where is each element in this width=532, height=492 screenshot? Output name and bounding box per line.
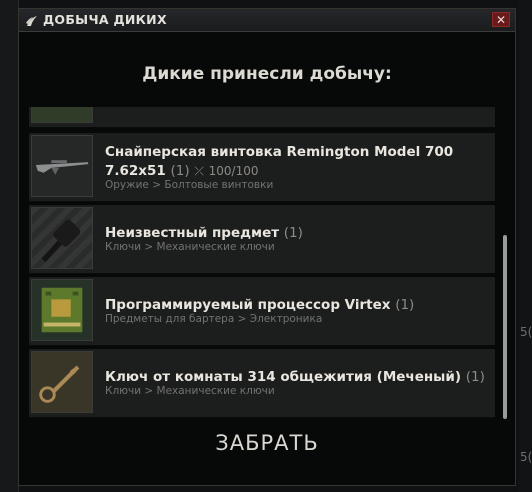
loot-list[interactable]: Снайперская винтовка Remington Model 700… [29, 107, 499, 419]
item-durability: 100/100 [208, 164, 259, 178]
durability-icon: ⤫ [194, 164, 204, 178]
list-item[interactable]: Снайперская винтовка Remington Model 700… [29, 133, 495, 202]
list-item[interactable]: Программируемый процессор Virtex (1) Пре… [29, 277, 495, 346]
list-scrollbar[interactable] [503, 235, 507, 419]
item-category: Ключи > Механические ключи [105, 385, 275, 397]
window-title: ДОБЫЧА ДИКИХ [43, 12, 167, 27]
item-name-text: Ключ от комнаты 314 общежития (Меченый) [105, 369, 462, 385]
item-count: (1) [395, 297, 415, 313]
item-count: (1) [465, 369, 485, 385]
rifle-icon [31, 135, 93, 197]
background-fragment-text: 5( [520, 325, 532, 339]
key-icon [31, 351, 93, 413]
item-name-text: Неизвестный предмет [105, 225, 280, 241]
background-right-panel: 5( 5( [518, 0, 532, 492]
item-name: Снайперская винтовка Remington Model 700… [105, 143, 487, 181]
item-thumbnail [31, 107, 93, 123]
item-count: (1) [170, 163, 190, 179]
unknown-key-icon [31, 207, 93, 269]
window-titlebar[interactable]: ДОБЫЧА ДИКИХ ✕ [19, 9, 515, 32]
scav-claw-icon [25, 13, 39, 27]
item-category: Оружие > Болтовые винтовки [105, 179, 274, 191]
background-fragment-text: 5( [520, 450, 532, 464]
item-count: (1) [283, 225, 303, 241]
loot-heading: Дикие принесли добычу: [142, 64, 392, 84]
item-name-text: Снайперская винтовка Remington Model 700… [105, 144, 454, 179]
list-item[interactable]: Неизвестный предмет (1) Ключи > Механиче… [29, 205, 495, 274]
list-item[interactable]: Ключ от комнаты 314 общежития (Меченый) … [29, 349, 495, 418]
processor-icon [31, 279, 93, 341]
close-button[interactable]: ✕ [492, 12, 510, 27]
take-button[interactable]: ЗАБРАТЬ [19, 431, 515, 455]
background-left-panel [0, 0, 19, 492]
scav-loot-window: ДОБЫЧА ДИКИХ ✕ Дикие принесли добычу: Сн… [18, 8, 516, 486]
list-item-partial[interactable] [29, 107, 495, 128]
item-category: Предметы для бартера > Электроника [105, 313, 323, 325]
item-category: Ключи > Механические ключи [105, 241, 275, 253]
item-name-text: Программируемый процессор Virtex [105, 297, 391, 313]
